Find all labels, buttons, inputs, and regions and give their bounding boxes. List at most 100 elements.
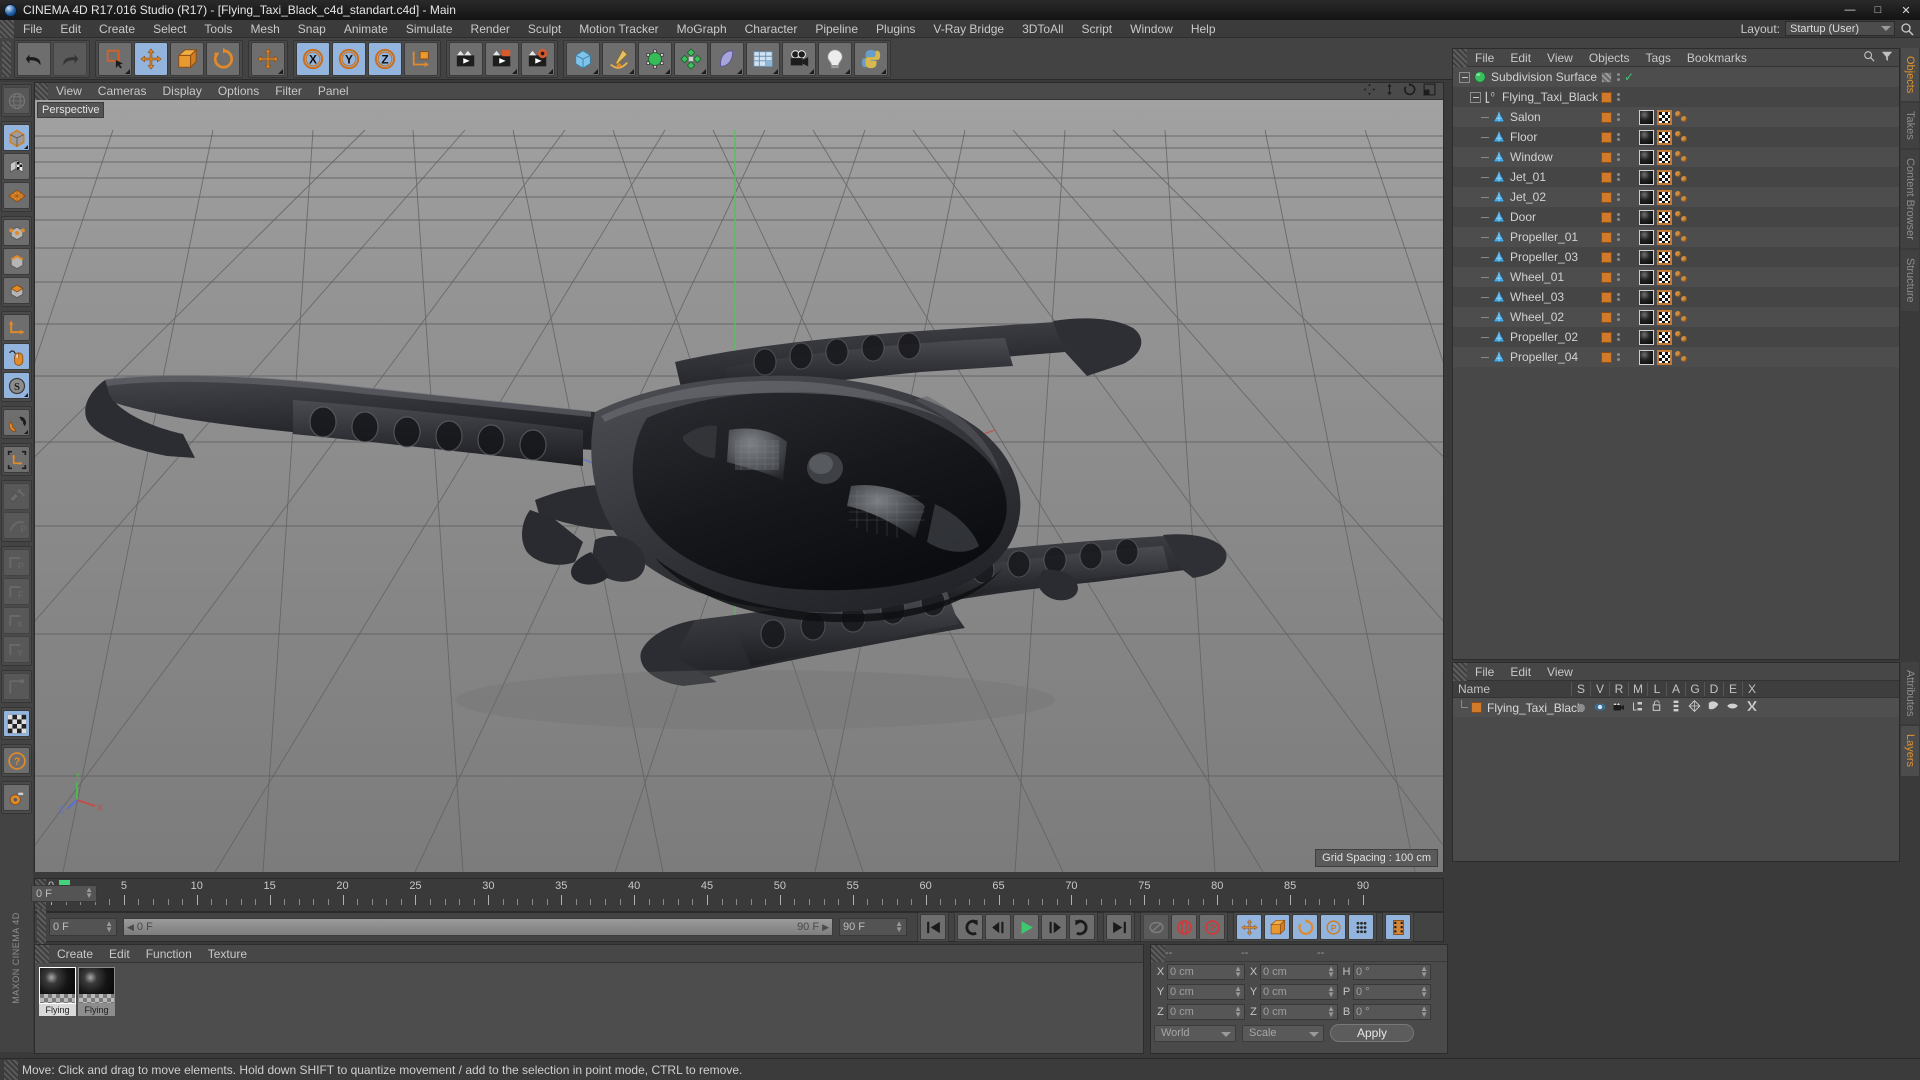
object-row[interactable]: Propeller_01: [1453, 227, 1899, 247]
help-button[interactable]: ?: [3, 747, 30, 774]
selection-tag-icon[interactable]: [1675, 210, 1693, 225]
live-selection-tool[interactable]: [98, 41, 132, 76]
menu-item-snap[interactable]: Snap: [289, 20, 335, 38]
python-script-button[interactable]: [854, 41, 888, 76]
materials-menu-item-edit[interactable]: Edit: [101, 945, 138, 963]
current-frame-field[interactable]: 0 F ▲ ▼: [49, 918, 117, 936]
object-row[interactable]: Propeller_03: [1453, 247, 1899, 267]
viewport-menu-item-options[interactable]: Options: [210, 83, 267, 100]
object-tag-column[interactable]: [1601, 167, 1622, 187]
coordinate-input[interactable]: 0 cm ▲ ▼: [1260, 984, 1338, 1000]
layer-column-l[interactable]: L: [1647, 682, 1666, 696]
edge-tab-content-browser[interactable]: Content Browser: [1901, 150, 1919, 248]
add-generator-button[interactable]: [638, 41, 672, 76]
stepper-icon[interactable]: ▲ ▼: [895, 920, 903, 934]
stepper-icon[interactable]: ▲ ▼: [105, 920, 113, 934]
stepper-icon[interactable]: ▲ ▼: [1420, 965, 1428, 979]
zoom-view-icon[interactable]: [1383, 83, 1396, 99]
object-tags[interactable]: [1639, 127, 1693, 147]
layers-menu-item-view[interactable]: View: [1539, 663, 1581, 681]
visibility-dots-icon[interactable]: [1614, 130, 1622, 144]
layer-color-swatch[interactable]: [1601, 251, 1612, 263]
layout-dropdown[interactable]: Startup (User): [1785, 21, 1895, 36]
viewport-menu-item-display[interactable]: Display: [154, 83, 209, 100]
rotation-key-button[interactable]: [1292, 914, 1318, 940]
menu-item-select[interactable]: Select: [144, 20, 195, 38]
object-tags[interactable]: [1639, 227, 1693, 247]
menu-item-mesh[interactable]: Mesh: [241, 20, 288, 38]
menu-item-help[interactable]: Help: [1182, 20, 1225, 38]
selection-tag-icon[interactable]: [1675, 230, 1693, 245]
menu-item-mograph[interactable]: MoGraph: [668, 20, 736, 38]
objects-menu-item-bookmarks[interactable]: Bookmarks: [1679, 49, 1755, 67]
objects-menu-item-edit[interactable]: Edit: [1502, 49, 1539, 67]
object-row[interactable]: Wheel_02: [1453, 307, 1899, 327]
undo-button[interactable]: [17, 41, 51, 76]
add-nurbs-button[interactable]: [710, 41, 744, 76]
layer-column-e[interactable]: E: [1723, 682, 1742, 696]
preview-range-bar[interactable]: ◀ 0 F 90 F ▶: [123, 918, 833, 936]
uvw-tag-icon[interactable]: [1657, 289, 1672, 305]
layer-color-swatch[interactable]: [1601, 271, 1612, 283]
coordinate-input[interactable]: 0 cm ▲ ▼: [1260, 1004, 1338, 1020]
object-tags[interactable]: [1639, 267, 1693, 287]
apply-button[interactable]: Apply: [1330, 1024, 1414, 1042]
search-icon[interactable]: [1900, 22, 1914, 36]
visibility-swatch[interactable]: [1601, 71, 1612, 83]
window-controls[interactable]: — □ ✕: [1836, 0, 1920, 20]
object-row[interactable]: Jet_02: [1453, 187, 1899, 207]
move-tool[interactable]: [134, 41, 168, 76]
workplane-axis-button[interactable]: [3, 446, 30, 473]
material-item[interactable]: Flying: [39, 967, 76, 1016]
material-tag-icon[interactable]: [1639, 149, 1654, 165]
uvw-tag-icon[interactable]: [1657, 169, 1672, 185]
menu-item-3dtoall[interactable]: 3DToAll: [1013, 20, 1072, 38]
menu-item-animate[interactable]: Animate: [335, 20, 397, 38]
stepper-icon[interactable]: ▲ ▼: [85, 886, 93, 900]
check-icon[interactable]: ✓: [1624, 71, 1634, 83]
layer-column-r[interactable]: R: [1609, 682, 1628, 696]
go-to-next-key-button[interactable]: [1069, 914, 1095, 940]
stepper-icon[interactable]: ▲ ▼: [1234, 965, 1242, 979]
object-row[interactable]: Wheel_01: [1453, 267, 1899, 287]
uvw-tag-icon[interactable]: [1657, 189, 1672, 205]
layer-deformer-toggle[interactable]: [1704, 700, 1723, 715]
layer-color-swatch[interactable]: [1601, 131, 1612, 143]
coordinates-grip[interactable]: [1151, 944, 1165, 962]
object-tags[interactable]: [1639, 147, 1693, 167]
add-scene-button[interactable]: [746, 41, 780, 76]
keyframe-selection-button[interactable]: ?: [1199, 914, 1225, 940]
layer-color-swatch[interactable]: [1601, 191, 1612, 203]
layer-visible-toggle[interactable]: [1590, 701, 1609, 715]
objects-panel-grip[interactable]: [1453, 48, 1467, 67]
undo-view-icon[interactable]: [3, 87, 30, 114]
object-tag-column[interactable]: [1601, 347, 1622, 367]
layer-color-swatch[interactable]: [1601, 91, 1612, 103]
uvw-tag-icon[interactable]: [1657, 329, 1672, 345]
edge-mode-button[interactable]: [3, 248, 30, 275]
coordinate-field-position-y[interactable]: Y0 cm ▲ ▼: [1154, 984, 1245, 1000]
scale-key-button[interactable]: [1264, 914, 1290, 940]
coordinate-input[interactable]: 0 ° ▲ ▼: [1353, 1004, 1431, 1020]
object-row[interactable]: 0 Flying_Taxi_Black: [1453, 87, 1899, 107]
layer-column-g[interactable]: G: [1685, 682, 1704, 696]
toolbar-grip[interactable]: [2, 40, 11, 77]
coordinate-system-dropdown[interactable]: World: [1154, 1024, 1236, 1042]
object-row[interactable]: Door: [1453, 207, 1899, 227]
selection-tag-icon[interactable]: [1675, 250, 1693, 265]
materials-menu-item-function[interactable]: Function: [138, 945, 200, 963]
menu-item-plugins[interactable]: Plugins: [867, 20, 924, 38]
timeline-filmstrip-button[interactable]: [1385, 914, 1411, 940]
material-tag-icon[interactable]: [1639, 289, 1654, 305]
selection-tag-icon[interactable]: [1675, 190, 1693, 205]
edge-tab-attributes[interactable]: Attributes: [1901, 662, 1919, 725]
uvw-tag-icon[interactable]: [1657, 129, 1672, 145]
step-back-button[interactable]: [985, 914, 1011, 940]
parameter-key-button[interactable]: P: [1320, 914, 1346, 940]
layer-render-toggle[interactable]: [1609, 701, 1628, 715]
layer-column-v[interactable]: V: [1590, 682, 1609, 696]
layers-panel-grip[interactable]: [1453, 662, 1467, 681]
configure-button[interactable]: [3, 784, 30, 811]
texture-mode-button[interactable]: [3, 153, 30, 180]
visibility-dots-icon[interactable]: [1614, 250, 1622, 264]
